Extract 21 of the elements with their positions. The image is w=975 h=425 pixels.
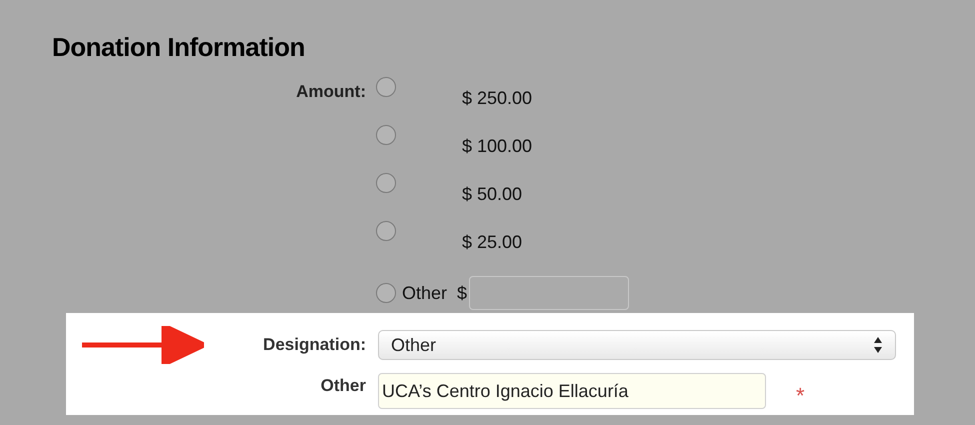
field-label: Other <box>320 375 366 397</box>
up-down-caret-icon <box>873 336 883 354</box>
field-label: Amount: <box>296 82 366 101</box>
radio-button[interactable] <box>376 173 396 193</box>
radio-button[interactable] <box>376 125 396 145</box>
other-designation-field[interactable]: UCA’s Centro Ignacio Ellacuría <box>378 373 766 409</box>
amount-option-label: $ 100.00 <box>462 135 532 158</box>
radio-button[interactable] <box>376 283 396 303</box>
field-label: Designation: <box>262 334 366 356</box>
currency-symbol: $ <box>457 282 468 304</box>
amount-option-label: $ 250.00 <box>462 87 532 110</box>
other-amount-field[interactable] <box>469 276 630 310</box>
section-heading: Donation Information <box>52 31 306 64</box>
radio-button[interactable] <box>376 77 396 97</box>
designation-select[interactable]: Other <box>378 330 896 360</box>
amount-option-label: Other <box>402 282 448 304</box>
amount-option-label: $ 50.00 <box>462 183 522 206</box>
amount-option-label: $ 25.00 <box>462 231 522 254</box>
arrow-icon <box>82 326 204 364</box>
required-asterisk: * <box>796 382 805 410</box>
radio-button[interactable] <box>376 221 396 241</box>
